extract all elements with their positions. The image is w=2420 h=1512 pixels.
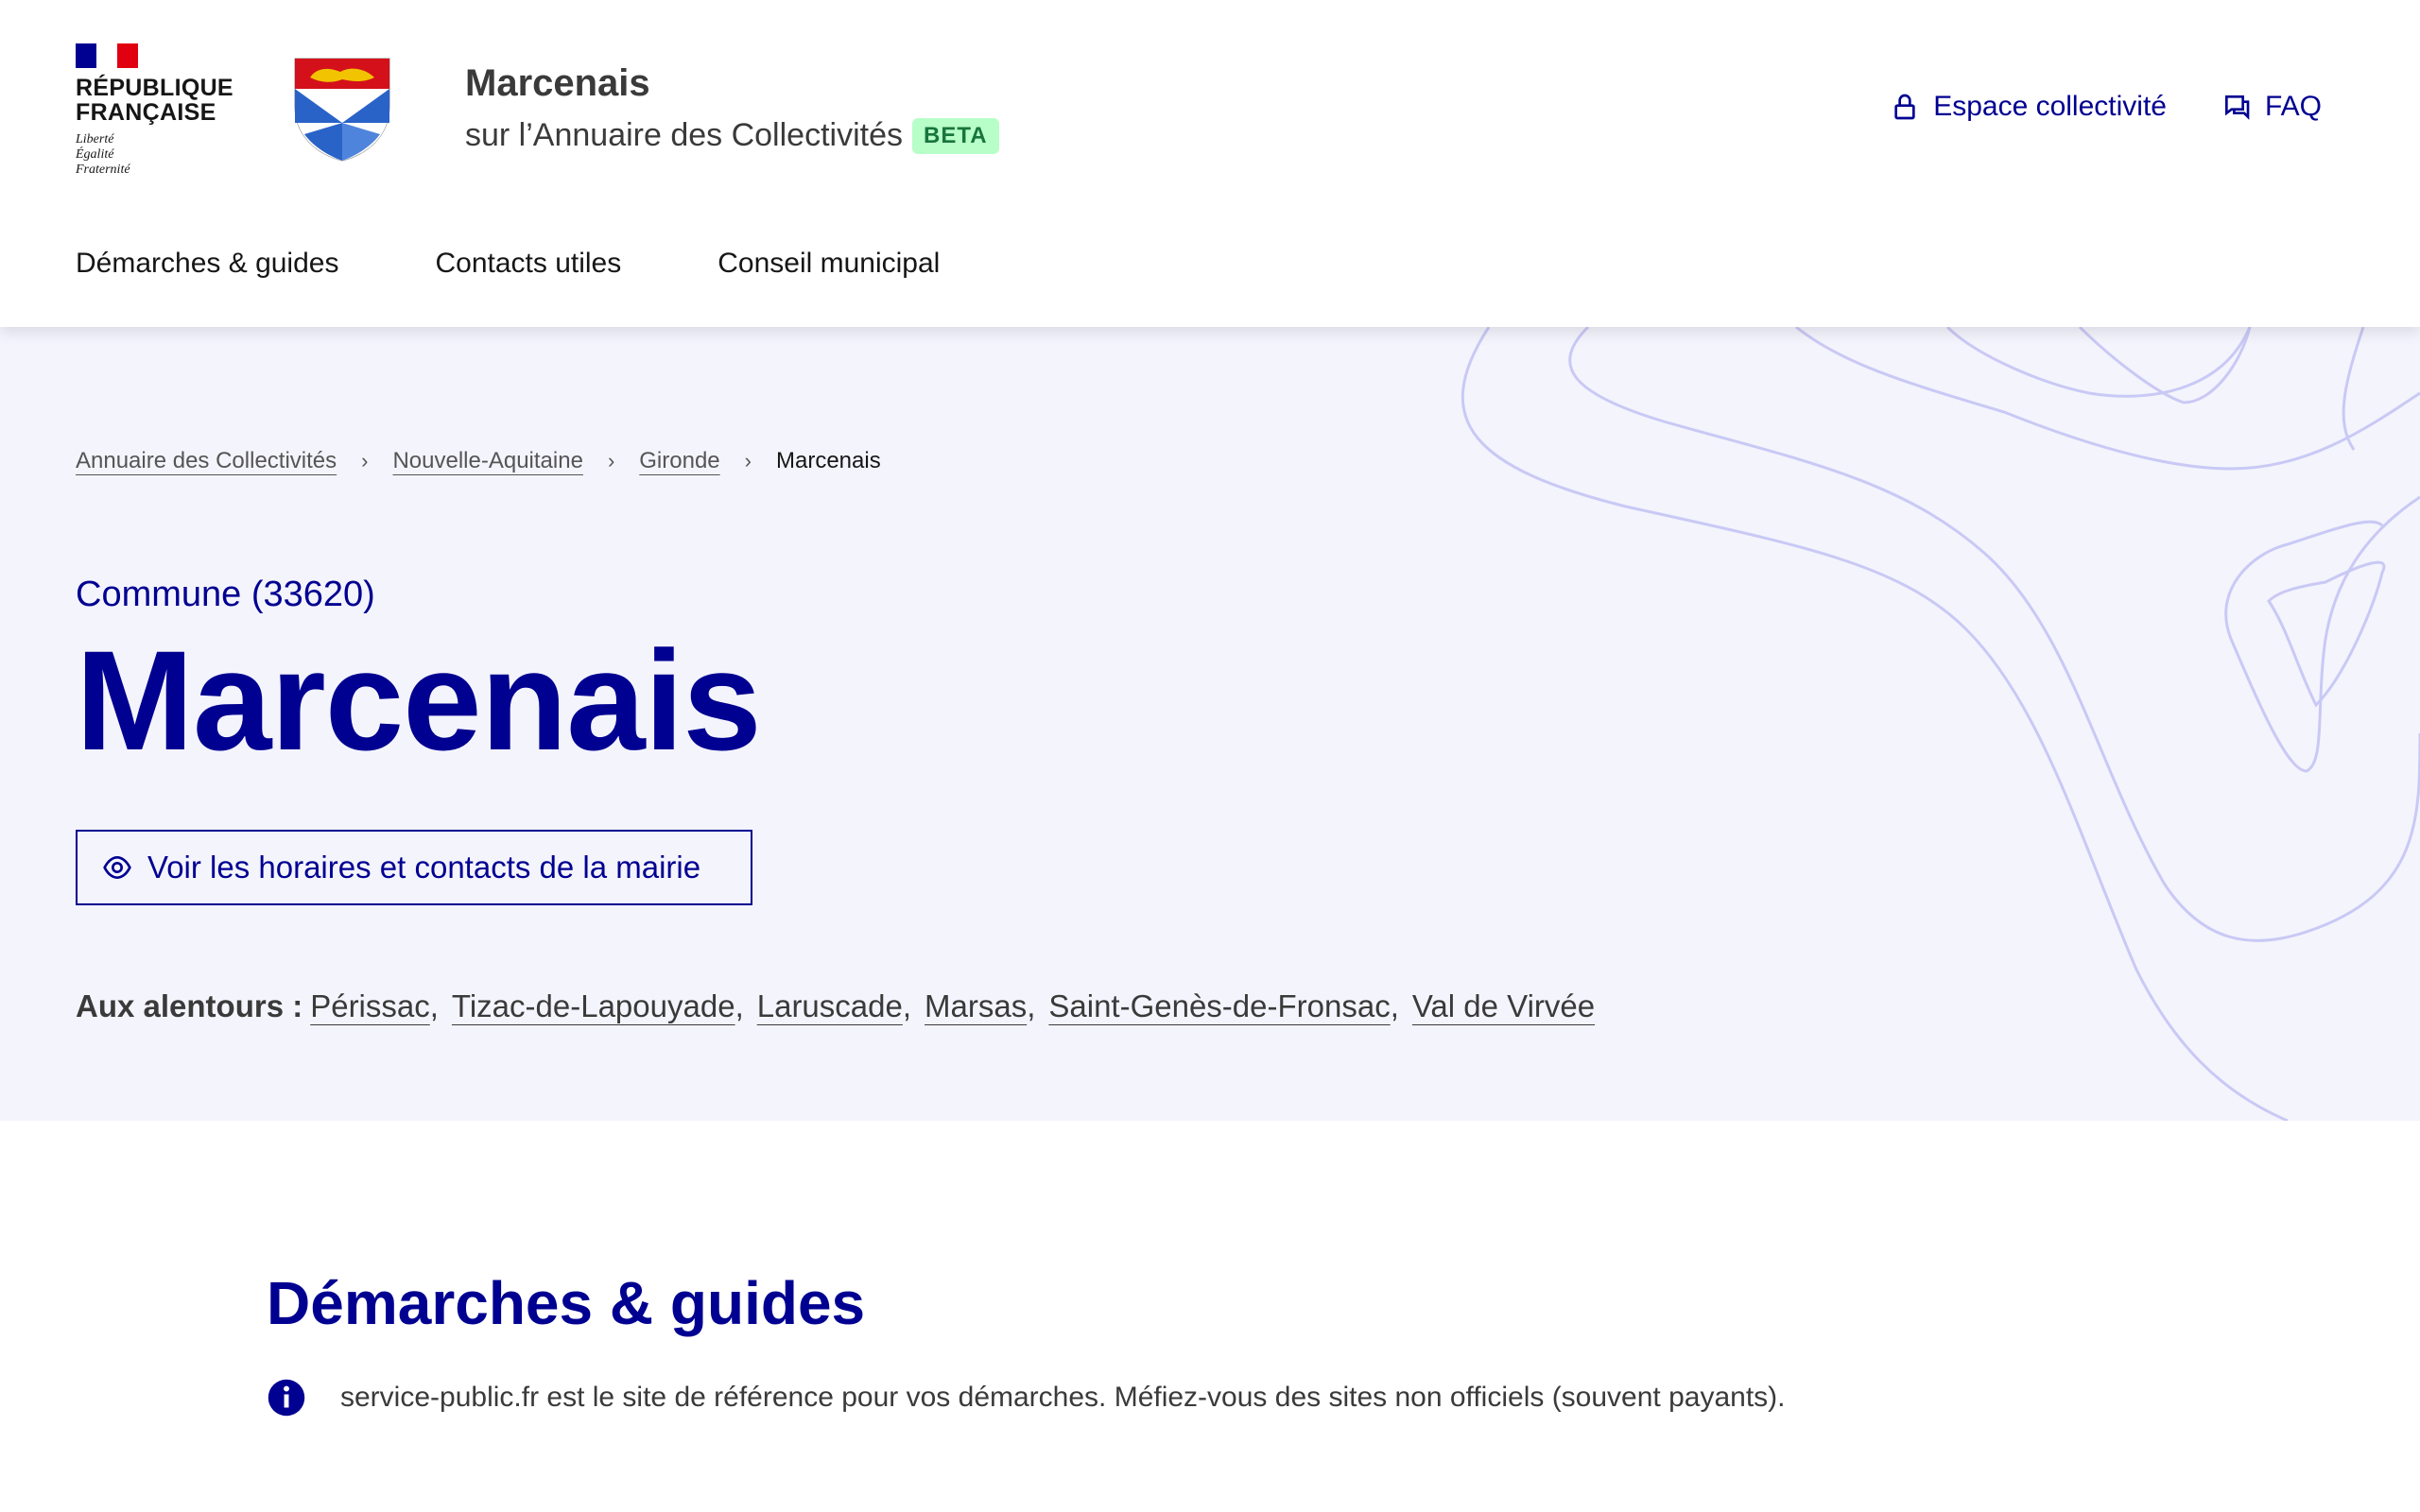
logo-motto: Liberté Égalité Fraternité xyxy=(76,132,130,177)
around-link-val-de-virvee[interactable]: Val de Virvée xyxy=(1412,988,1595,1024)
nav-contacts[interactable]: Contacts utiles xyxy=(435,248,621,280)
espace-collectivite-link[interactable]: Espace collectivité xyxy=(1890,91,2167,123)
site-subtitle: sur l’Annuaire des Collectivités BETA xyxy=(465,117,999,154)
logo-name: RÉPUBLIQUE FRANÇAISE xyxy=(76,75,233,126)
chevron-right-icon: › xyxy=(607,449,615,472)
commune-type: Commune (33620) xyxy=(76,575,375,614)
around-link-perissac[interactable]: Périssac xyxy=(310,988,430,1024)
page-title: Marcenais xyxy=(76,621,762,780)
main-nav: Démarches & guides Contacts utiles Conse… xyxy=(76,248,940,280)
chat-icon xyxy=(2224,95,2250,120)
coat-of-arms-icon xyxy=(294,58,390,162)
site-header: RÉPUBLIQUE FRANÇAISE Liberté Égalité Fra… xyxy=(0,0,2420,327)
voir-horaires-button[interactable]: Voir les horaires et contacts de la mair… xyxy=(76,830,752,905)
around-links: Aux alentours : Périssac, Tizac-de-Lapou… xyxy=(76,988,1596,1024)
breadcrumb-departement[interactable]: Gironde xyxy=(639,448,719,474)
breadcrumb-region[interactable]: Nouvelle-Aquitaine xyxy=(392,448,582,474)
nav-demarches[interactable]: Démarches & guides xyxy=(76,248,338,280)
marianne-flag-icon xyxy=(76,43,138,68)
around-link-laruscade[interactable]: Laruscade xyxy=(757,988,903,1024)
around-link-marsas[interactable]: Marsas xyxy=(925,988,1027,1024)
site-title[interactable]: Marcenais xyxy=(465,62,650,105)
around-link-saint-genes[interactable]: Saint-Genès-de-Fronsac xyxy=(1048,988,1390,1024)
info-text: service-public.fr est le site de référen… xyxy=(340,1382,1786,1413)
breadcrumb: Annuaire des Collectivités › Nouvelle-Aq… xyxy=(76,448,881,474)
chevron-right-icon: › xyxy=(361,449,369,472)
chevron-right-icon: › xyxy=(744,449,752,472)
around-link-tizac[interactable]: Tizac-de-Lapouyade xyxy=(452,988,735,1024)
demarches-title: Démarches & guides xyxy=(267,1269,866,1337)
faq-link[interactable]: FAQ xyxy=(2221,91,2322,123)
breadcrumb-current: Marcenais xyxy=(775,448,881,473)
info-icon xyxy=(268,1379,305,1417)
nav-conseil[interactable]: Conseil municipal xyxy=(717,248,940,280)
republique-francaise-logo[interactable]: RÉPUBLIQUE FRANÇAISE Liberté Égalité Fra… xyxy=(76,43,233,178)
info-notice: service-public.fr est le site de référen… xyxy=(267,1378,1786,1418)
eye-icon xyxy=(103,855,131,880)
lock-icon xyxy=(1894,94,1915,120)
breadcrumb-annuaire[interactable]: Annuaire des Collectivités xyxy=(76,448,337,474)
header-tools: Espace collectivité FAQ xyxy=(1890,91,2322,123)
hero-section: Annuaire des Collectivités › Nouvelle-Aq… xyxy=(0,327,2420,1121)
around-label: Aux alentours : xyxy=(76,988,303,1023)
beta-badge: BETA xyxy=(911,117,999,154)
